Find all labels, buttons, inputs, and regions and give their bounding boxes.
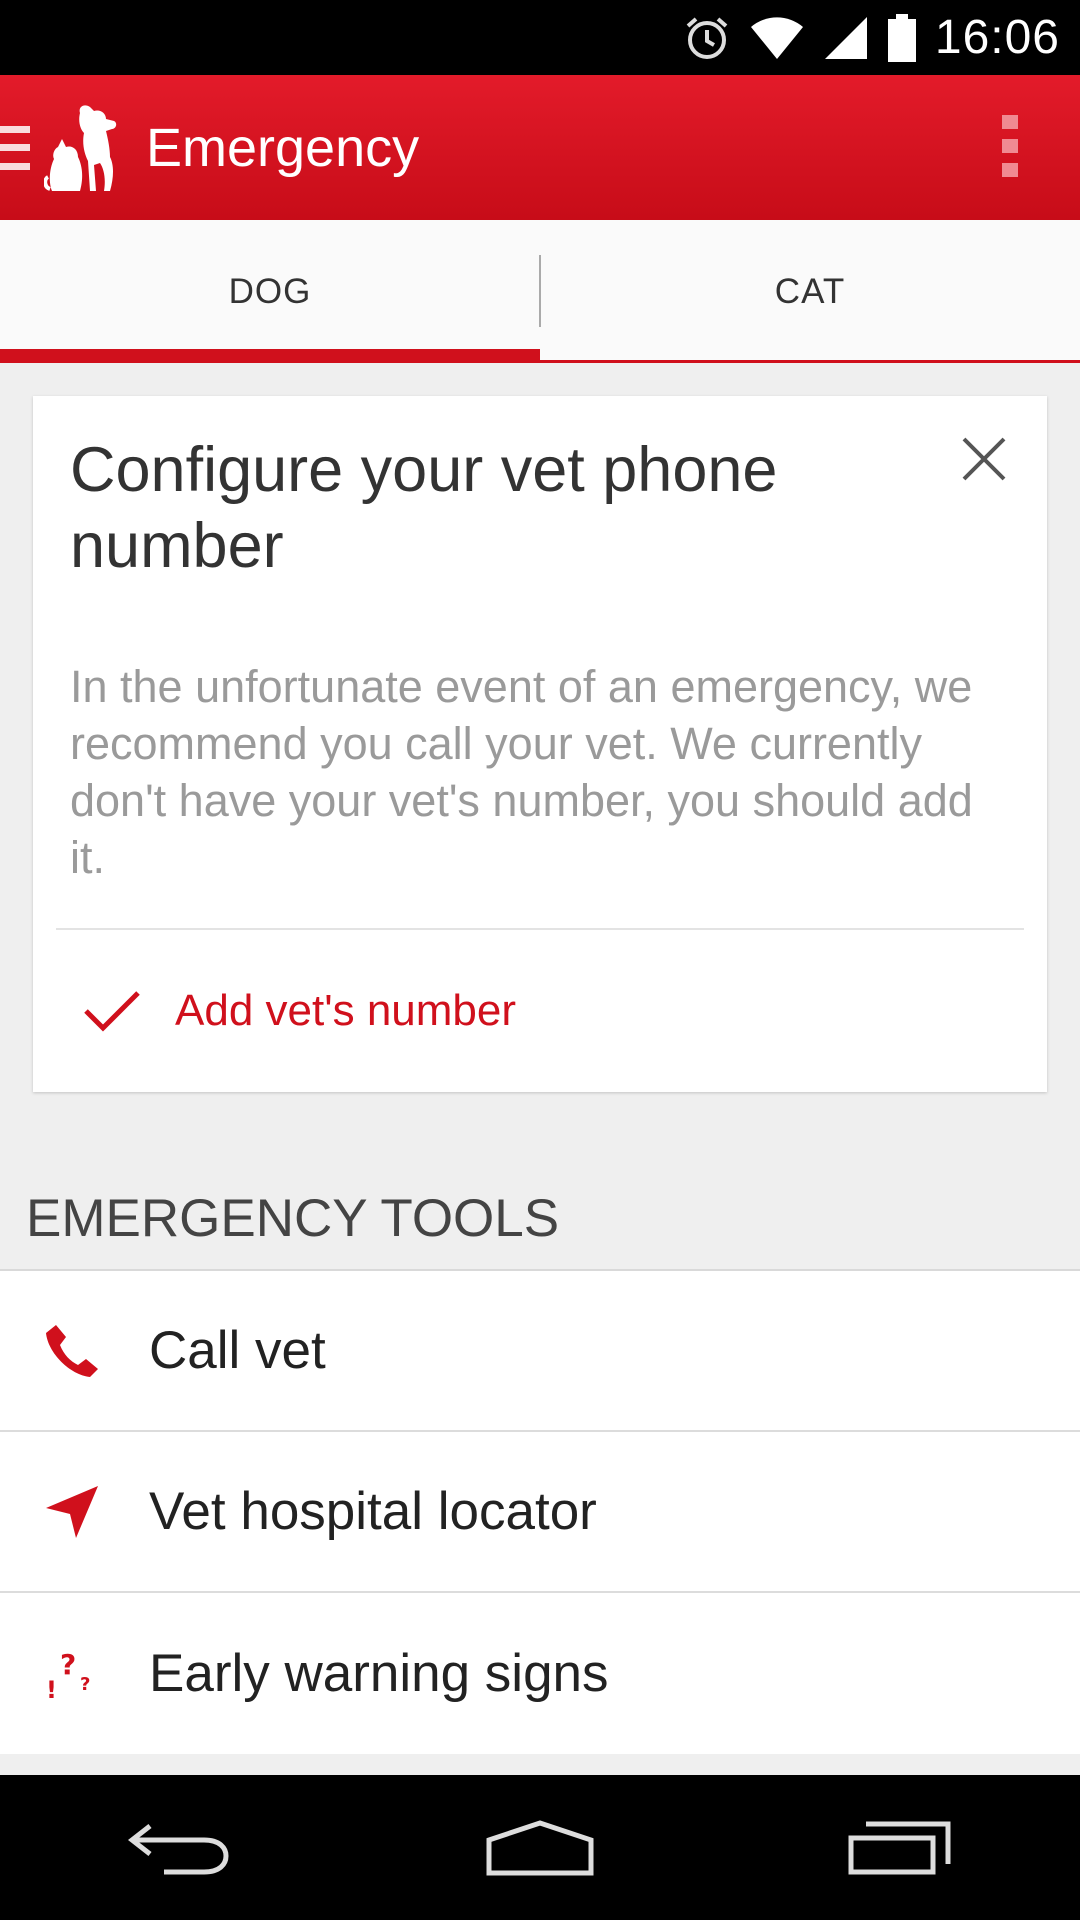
signal-icon	[823, 15, 869, 61]
wifi-icon	[749, 15, 805, 61]
early-warning-signs-label: Early warning signs	[149, 1644, 609, 1703]
svg-text:!: !	[46, 1676, 57, 1704]
app-title: Emergency	[146, 117, 420, 178]
drawer-icon[interactable]	[0, 125, 30, 170]
close-icon[interactable]	[961, 436, 1007, 482]
overflow-menu-icon[interactable]	[1002, 115, 1018, 177]
battery-icon	[887, 13, 917, 62]
call-vet-label: Call vet	[149, 1321, 326, 1380]
inactive-tab-indicator	[540, 360, 1080, 363]
add-vet-number-button[interactable]: Add vet's number	[83, 986, 516, 1036]
emergency-tools-list: Call vet Vet hospital locator ! ? ? Earl…	[0, 1271, 1080, 1754]
check-icon	[83, 989, 141, 1033]
card-divider	[56, 928, 1024, 930]
navigation-bar	[0, 1775, 1080, 1920]
back-icon[interactable]	[120, 1808, 240, 1888]
add-vet-number-label: Add vet's number	[175, 986, 517, 1035]
card-body: In the unfortunate event of an emergency…	[70, 661, 973, 883]
status-bar: 16:06	[0, 0, 1080, 75]
vet-hospital-locator-label: Vet hospital locator	[149, 1482, 597, 1541]
phone-icon	[42, 1321, 102, 1381]
svg-text:?: ?	[60, 1648, 76, 1681]
svg-text:?: ?	[80, 1674, 90, 1695]
recents-icon[interactable]	[840, 1808, 960, 1888]
tab-dog[interactable]: DOG	[0, 220, 540, 363]
list-item-vet-hospital-locator[interactable]: Vet hospital locator	[0, 1432, 1080, 1593]
home-icon[interactable]	[480, 1808, 600, 1888]
card-title: Configure your vet phone number	[70, 435, 778, 581]
app-bar: Emergency	[0, 75, 1080, 220]
tab-bar: DOG CAT	[0, 220, 1080, 363]
tab-dog-label: DOG	[228, 271, 312, 311]
tab-cat-label: CAT	[774, 271, 846, 311]
status-time: 16:06	[934, 11, 1060, 64]
screen: 16:06 Emergency DOG CAT Configure your v…	[0, 0, 1080, 1920]
active-tab-indicator	[0, 349, 540, 363]
pet-logo-icon[interactable]	[43, 103, 124, 193]
list-item-call-vet[interactable]: Call vet	[0, 1271, 1080, 1432]
tab-cat[interactable]: CAT	[540, 220, 1080, 363]
question-exclamation-icon: ! ? ?	[42, 1644, 102, 1704]
vet-phone-card: Configure your vet phone number In the u…	[33, 396, 1047, 1092]
navigation-arrow-icon	[42, 1482, 102, 1542]
alarm-icon	[683, 14, 731, 62]
list-item-early-warning-signs[interactable]: ! ? ? Early warning signs	[0, 1593, 1080, 1754]
section-header: EMERGENCY TOOLS	[26, 1189, 560, 1248]
